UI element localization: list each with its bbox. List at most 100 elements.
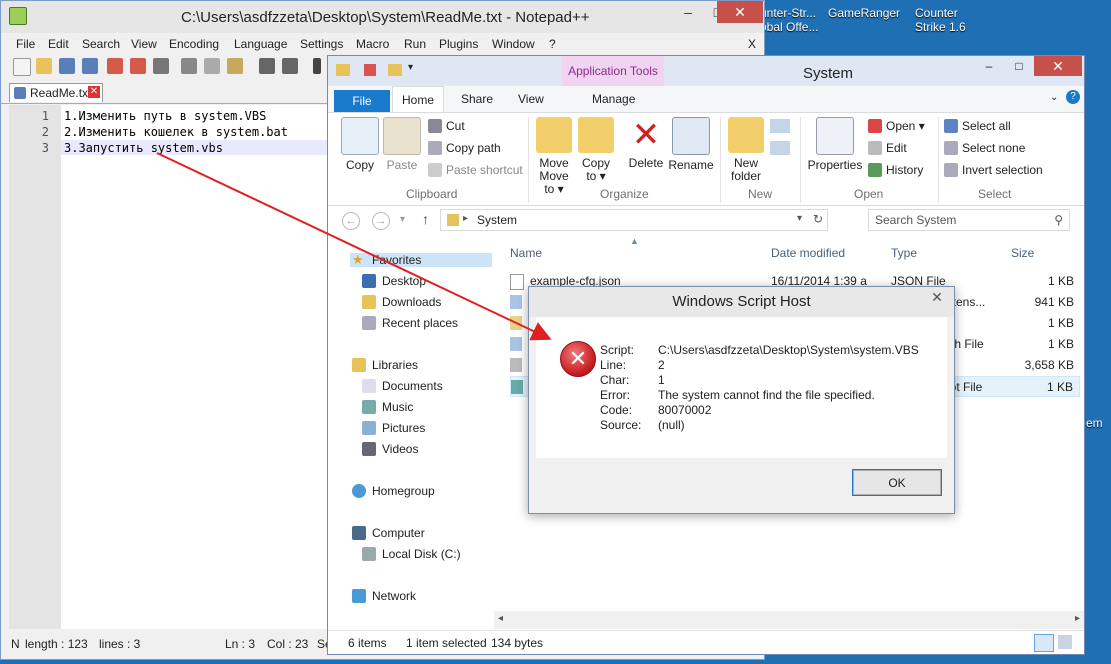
paste-button[interactable]: Paste bbox=[382, 117, 422, 172]
code-line[interactable]: 1.Изменить путь в system.VBS bbox=[64, 109, 266, 123]
tab-file[interactable]: File bbox=[334, 90, 390, 112]
address-bar[interactable]: ▸ System ▾ ↻ bbox=[440, 209, 828, 231]
menu-encoding[interactable]: Encoding bbox=[169, 37, 219, 51]
close-file-icon[interactable] bbox=[107, 58, 123, 74]
paste-icon[interactable] bbox=[227, 58, 243, 74]
move-to-button[interactable]: Move Move to ▾ bbox=[534, 117, 574, 196]
customize-qa-icon[interactable]: ▾ bbox=[408, 62, 413, 73]
minimize-button[interactable]: – bbox=[673, 1, 703, 23]
nav-favorites[interactable]: ★ Favorites bbox=[350, 253, 492, 267]
close-button[interactable]: ✕ bbox=[1034, 56, 1082, 76]
nav-libraries[interactable]: Libraries bbox=[350, 358, 418, 372]
open-file-icon[interactable] bbox=[36, 58, 52, 74]
save-all-icon[interactable] bbox=[82, 58, 98, 74]
copy-to-button[interactable]: Copy to ▾ bbox=[576, 117, 616, 183]
ribbon-expand-icon[interactable]: ⌄ bbox=[1050, 92, 1058, 103]
select-none-button[interactable]: Select none bbox=[944, 141, 1025, 155]
menu-settings[interactable]: Settings bbox=[300, 37, 343, 51]
close-all-icon[interactable] bbox=[130, 58, 146, 74]
desktop-icon-counter-strike-go[interactable]: unter-Str... obal Offe... bbox=[760, 6, 818, 34]
copy-icon[interactable] bbox=[204, 58, 220, 74]
tab-close-icon[interactable]: ✕ bbox=[88, 86, 100, 98]
explorer-titlebar[interactable]: ▾ Application Tools System – □ ✕ bbox=[328, 56, 1084, 86]
menu-help[interactable]: ? bbox=[549, 37, 556, 51]
minimize-button[interactable]: – bbox=[974, 56, 1004, 76]
nav-documents[interactable]: Documents bbox=[360, 379, 443, 393]
nav-music[interactable]: Music bbox=[360, 400, 413, 414]
find-icon[interactable] bbox=[313, 58, 321, 74]
column-header-name[interactable]: Name bbox=[510, 246, 542, 260]
copy-button[interactable]: Copy bbox=[340, 117, 380, 172]
tab-home[interactable]: Home bbox=[392, 86, 444, 112]
editor-area[interactable]: 1 2 3 1.Изменить путь в system.VBS 2.Изм… bbox=[9, 105, 329, 629]
menu-close-doc[interactable]: X bbox=[748, 37, 756, 51]
nav-videos[interactable]: Videos bbox=[360, 442, 418, 456]
horizontal-scrollbar[interactable]: ◂ ▸ bbox=[494, 611, 1084, 629]
cut-icon[interactable] bbox=[181, 58, 197, 74]
new-file-icon[interactable] bbox=[13, 58, 31, 76]
menu-edit[interactable]: Edit bbox=[48, 37, 69, 51]
menu-macro[interactable]: Macro bbox=[356, 37, 389, 51]
search-input[interactable]: Search System ⚲ bbox=[868, 209, 1070, 231]
breadcrumb-system[interactable]: System bbox=[477, 213, 517, 227]
desktop-icon-counter-strike[interactable]: Counter Strike 1.6 bbox=[915, 6, 966, 34]
menu-plugins[interactable]: Plugins bbox=[439, 37, 478, 51]
print-icon[interactable] bbox=[153, 58, 169, 74]
search-icon[interactable]: ⚲ bbox=[1054, 213, 1063, 227]
rename-button[interactable]: Rename bbox=[668, 117, 714, 172]
scroll-left-icon[interactable]: ◂ bbox=[498, 613, 503, 624]
close-button[interactable]: ✕ bbox=[920, 287, 954, 307]
nav-pictures[interactable]: Pictures bbox=[360, 421, 425, 435]
menu-language[interactable]: Language bbox=[234, 37, 287, 51]
nav-homegroup[interactable]: Homegroup bbox=[350, 484, 435, 498]
delete-button[interactable]: ✕ Delete bbox=[624, 117, 668, 170]
new-item-icon[interactable] bbox=[770, 119, 790, 133]
new-folder-qa-icon[interactable] bbox=[388, 64, 402, 76]
menu-window[interactable]: Window bbox=[492, 37, 535, 51]
breadcrumb-chevron-icon[interactable]: ▸ bbox=[463, 213, 468, 224]
open-button[interactable]: Open ▾ bbox=[868, 119, 925, 133]
edit-button[interactable]: Edit bbox=[868, 141, 907, 155]
column-header-size[interactable]: Size bbox=[1011, 246, 1034, 260]
save-icon[interactable] bbox=[59, 58, 75, 74]
properties-button[interactable]: Properties bbox=[806, 117, 864, 172]
copy-path-button[interactable]: Copy path bbox=[428, 141, 501, 155]
easy-access-icon[interactable] bbox=[770, 141, 790, 155]
address-dropdown-icon[interactable]: ▾ bbox=[797, 213, 802, 224]
column-header-type[interactable]: Type bbox=[891, 246, 917, 260]
menu-run[interactable]: Run bbox=[404, 37, 426, 51]
tab-share[interactable]: Share bbox=[461, 92, 493, 106]
close-button[interactable]: ✕ bbox=[717, 1, 763, 23]
invert-selection-button[interactable]: Invert selection bbox=[944, 163, 1043, 177]
desktop-icon-label[interactable]: em bbox=[1086, 416, 1103, 430]
dialog-title[interactable]: Windows Script Host bbox=[529, 287, 954, 317]
ok-button[interactable]: OK bbox=[852, 469, 942, 496]
select-all-button[interactable]: Select all bbox=[944, 119, 1011, 133]
maximize-button[interactable]: □ bbox=[1004, 56, 1034, 76]
properties-qa-icon[interactable] bbox=[364, 64, 376, 76]
code-line[interactable]: 3.Запустить system.vbs bbox=[64, 141, 223, 155]
nav-local-disk[interactable]: Local Disk (C:) bbox=[360, 547, 461, 561]
back-arrow-icon[interactable]: ← bbox=[342, 212, 360, 230]
tab-manage[interactable]: Manage bbox=[592, 92, 635, 106]
help-icon[interactable]: ? bbox=[1066, 90, 1080, 104]
nav-recent-places[interactable]: Recent places bbox=[360, 316, 458, 330]
nav-computer[interactable]: Computer bbox=[350, 526, 425, 540]
menu-view[interactable]: View bbox=[131, 37, 157, 51]
menu-file[interactable]: File bbox=[16, 37, 35, 51]
nav-desktop[interactable]: Desktop bbox=[360, 274, 426, 288]
history-button[interactable]: History bbox=[868, 163, 923, 177]
desktop-icon-gameranger[interactable]: GameRanger bbox=[828, 6, 900, 20]
menu-search[interactable]: Search bbox=[82, 37, 120, 51]
code-line[interactable]: 2.Изменить кошелек в system.bat bbox=[64, 125, 288, 139]
paste-shortcut-button[interactable]: Paste shortcut bbox=[428, 163, 523, 177]
refresh-icon[interactable]: ↻ bbox=[813, 212, 823, 226]
new-folder-button[interactable]: New folder bbox=[726, 117, 766, 183]
up-arrow-icon[interactable]: ↑ bbox=[422, 211, 429, 227]
column-header-date[interactable]: Date modified bbox=[771, 246, 845, 260]
tab-view[interactable]: View bbox=[518, 92, 544, 106]
cut-button[interactable]: Cut bbox=[428, 119, 465, 133]
large-icons-view-icon[interactable] bbox=[1058, 635, 1072, 649]
details-view-icon[interactable] bbox=[1034, 634, 1054, 652]
nav-downloads[interactable]: Downloads bbox=[360, 295, 441, 309]
